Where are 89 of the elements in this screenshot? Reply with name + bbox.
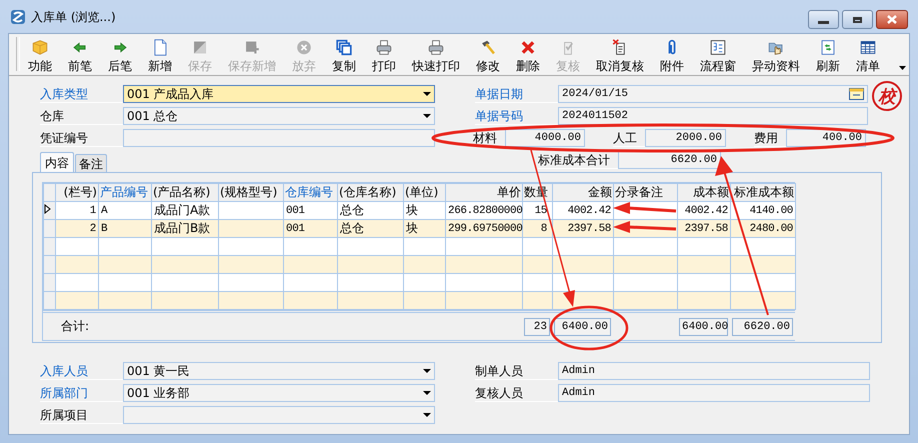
- table-cell: 299.69750000: [446, 220, 522, 238]
- toolbar-button[interactable]: 功能: [20, 34, 60, 75]
- flowchart-icon[interactable]: [708, 39, 728, 56]
- toolbar-button[interactable]: 流程窗: [692, 34, 744, 75]
- text-field[interactable]: [123, 129, 435, 147]
- row-pointer-icon: [44, 204, 51, 214]
- toolbar-button[interactable]: 附件: [652, 34, 692, 75]
- column-header[interactable]: (规格型号): [218, 184, 284, 202]
- caret-icon[interactable]: [423, 391, 431, 395]
- table-cell: 2480.00: [730, 220, 796, 238]
- toolbar-button[interactable]: 清单: [848, 34, 888, 75]
- minimize-button[interactable]: [808, 10, 839, 29]
- dropdown[interactable]: 001 业务部: [123, 384, 435, 402]
- table-cell: 4140.00: [730, 202, 796, 220]
- row-header[interactable]: [44, 202, 56, 220]
- text-field[interactable]: 2000.00: [645, 129, 726, 147]
- toolbar-button[interactable]: 快速打印: [404, 34, 468, 75]
- table-cell: 2: [56, 220, 98, 238]
- total-field: 6400.00: [679, 318, 728, 336]
- table-cell: 2397.58: [678, 220, 730, 238]
- text-field[interactable]: Admin: [558, 384, 870, 402]
- total-field: 23: [524, 318, 550, 336]
- table-cell: 4002.42: [552, 202, 614, 220]
- tab[interactable]: 备注: [75, 154, 107, 172]
- printer-icon[interactable]: [426, 39, 446, 56]
- table-cell: 块: [404, 202, 446, 220]
- review-stamp: 校: [872, 81, 902, 111]
- close-button[interactable]: [876, 10, 908, 29]
- column-header[interactable]: 单价: [446, 184, 522, 202]
- calendar-icon[interactable]: [849, 88, 864, 100]
- column-header[interactable]: 成本额: [678, 184, 730, 202]
- total-field: 6400.00: [554, 318, 611, 336]
- column-header[interactable]: 标准成本额: [730, 184, 796, 202]
- text-field[interactable]: 4000.00: [505, 129, 585, 147]
- text-field[interactable]: Admin: [558, 362, 870, 380]
- toolbar-button[interactable]: 前笔: [60, 34, 100, 75]
- table-cell: 001: [284, 220, 338, 238]
- toolbar-button[interactable]: 异动资料: [744, 34, 808, 75]
- table-cell: 001: [284, 202, 338, 220]
- dropdown[interactable]: 001 黄一民: [123, 362, 435, 380]
- total-label: 合计:: [60, 318, 90, 335]
- column-header[interactable]: (单位): [404, 184, 446, 202]
- column-header[interactable]: (栏号): [56, 184, 98, 202]
- tab[interactable]: 内容: [40, 152, 74, 172]
- table-cell: 4002.42: [678, 202, 730, 220]
- caret-icon[interactable]: [423, 413, 431, 417]
- box-icon[interactable]: [30, 39, 50, 56]
- caret-icon[interactable]: [423, 92, 431, 96]
- column-header[interactable]: 仓库编号: [284, 184, 338, 202]
- close-icon[interactable]: [886, 14, 898, 25]
- total-field: 6620.00: [732, 318, 793, 336]
- window-title: 入库单 (浏览...): [31, 9, 116, 26]
- table-icon[interactable]: [858, 39, 878, 56]
- overflow-icon[interactable]: [899, 66, 906, 70]
- column-header[interactable]: 分录备注: [614, 184, 678, 202]
- column-header[interactable]: (产品名称): [152, 184, 218, 202]
- table-cell: 成品门A款: [152, 202, 218, 220]
- table-cell: 2397.58: [552, 220, 614, 238]
- printer-icon[interactable]: [374, 39, 394, 56]
- toolbar-button[interactable]: 修改: [468, 34, 508, 75]
- table-cell: 总仓: [338, 202, 404, 220]
- toolbar-button[interactable]: 后笔: [100, 34, 140, 75]
- table-cell: 总仓: [338, 220, 404, 238]
- table-cell: 1: [56, 202, 98, 220]
- toolbar-button[interactable]: 删除: [508, 34, 548, 75]
- copy-icon[interactable]: [334, 39, 354, 56]
- caret-icon[interactable]: [423, 369, 431, 373]
- toolbar-button[interactable]: 新增: [140, 34, 180, 75]
- table-cell: B: [98, 220, 152, 238]
- table-cell: A: [98, 202, 152, 220]
- table-cell: 266.82800000: [446, 202, 522, 220]
- toolbar-button[interactable]: 刷新: [808, 34, 848, 75]
- column-header[interactable]: 金额: [552, 184, 614, 202]
- toolbar-button[interactable]: 打印: [364, 34, 404, 75]
- date-field[interactable]: 2024/01/15: [558, 85, 868, 103]
- app-icon: [10, 8, 26, 24]
- column-header[interactable]: 产品编号: [98, 184, 152, 202]
- text-field[interactable]: 2024011502: [558, 107, 868, 125]
- annotation-arrow: [613, 221, 676, 233]
- toolbar-button[interactable]: 复制: [324, 34, 364, 75]
- table-cell: 成品门B款: [152, 220, 218, 238]
- annotation-arrow: [613, 202, 676, 214]
- maximize-button[interactable]: [842, 10, 873, 29]
- column-header[interactable]: (仓库名称): [338, 184, 404, 202]
- caret-icon[interactable]: [423, 114, 431, 118]
- dropdown[interactable]: 001 总仓: [123, 107, 435, 125]
- dropdown[interactable]: 001 产成品入库: [123, 85, 435, 103]
- table-cell: 块: [404, 220, 446, 238]
- toolbar-button[interactable]: 取消复核: [588, 34, 652, 75]
